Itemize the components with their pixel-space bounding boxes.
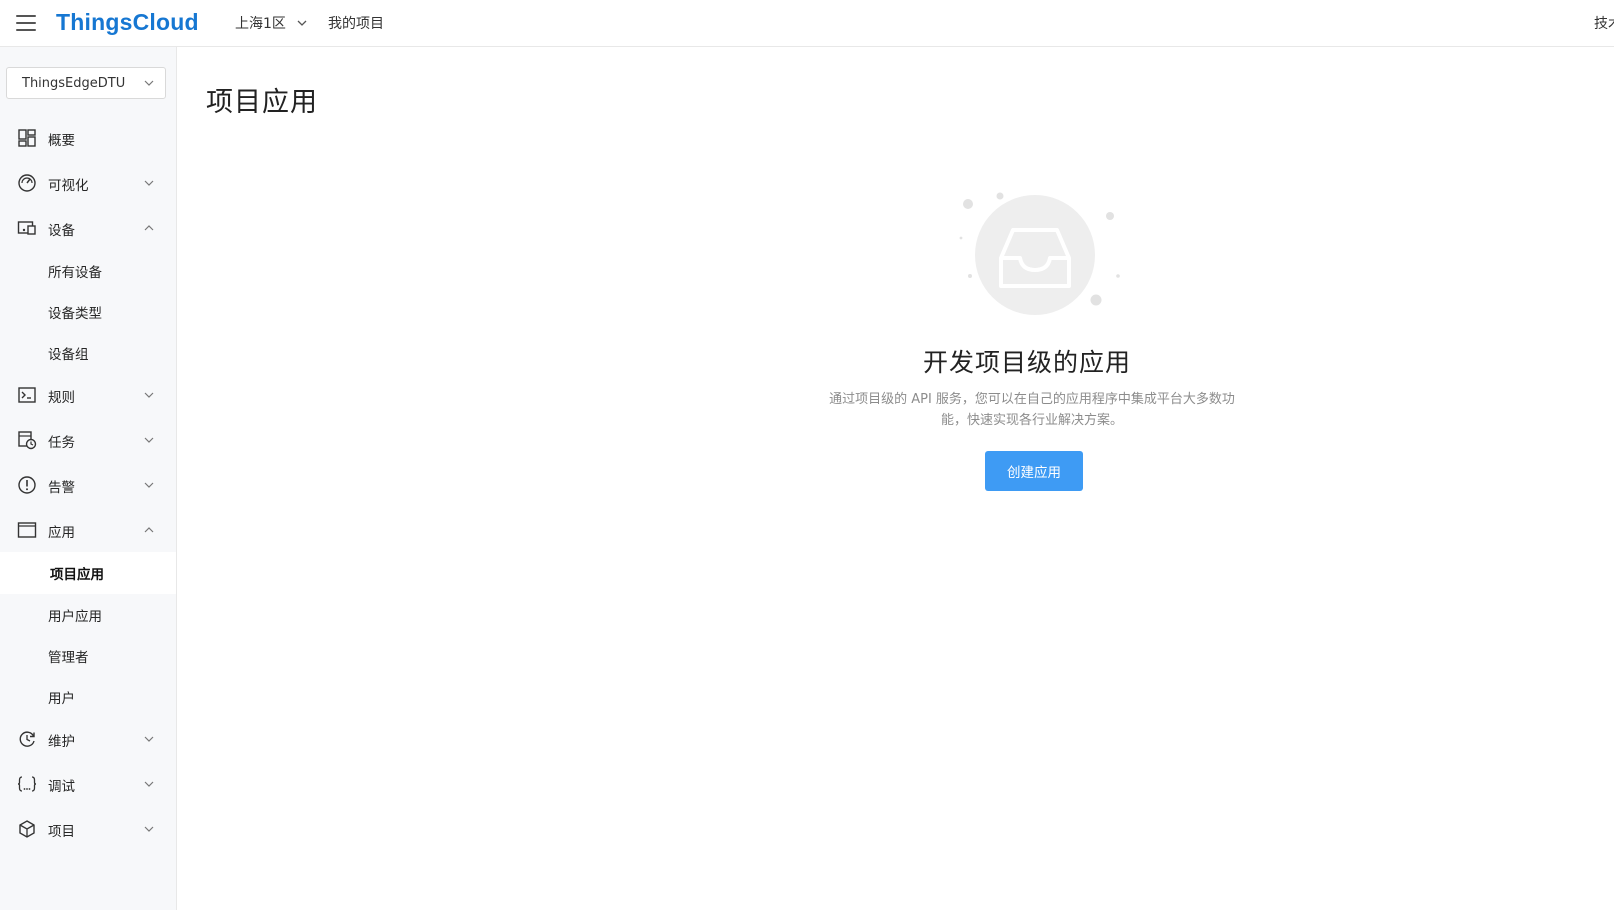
project-select-value: ThingsEdgeDTU: [22, 75, 126, 91]
devices-icon: [17, 221, 36, 235]
sidebar-item-label: 规则: [48, 390, 75, 406]
sidebar-item-label: 可视化: [48, 178, 89, 194]
app-window-icon: [17, 522, 37, 538]
chevron-down-icon: [144, 736, 154, 742]
sidebar-item-label: 概要: [48, 133, 75, 149]
chevron-down-icon: [297, 20, 307, 26]
dashboard-icon: [18, 129, 36, 147]
sidebar-item-label: 维护: [48, 734, 75, 750]
sidebar-item-label: 任务: [48, 435, 75, 451]
my-projects-link[interactable]: 我的项目: [328, 13, 384, 33]
sidebar-item-label: 管理者: [48, 650, 89, 666]
sidebar-item-device-types[interactable]: 设备类型: [0, 291, 176, 331]
history-icon: [19, 731, 35, 747]
sidebar-item-label: 设备: [48, 223, 75, 239]
sidebar-item-label: 设备组: [48, 347, 89, 363]
chevron-down-icon: [144, 437, 154, 443]
schedule-icon: [18, 431, 37, 450]
empty-desc-line: 能，快速实现各行业解决方案。: [940, 413, 1123, 428]
sidebar-item-label: 应用: [48, 525, 75, 541]
top-bar: ThingsCloud 上海1区 我的项目 技术: [0, 0, 1614, 47]
cube-icon: [19, 820, 35, 838]
sidebar-item-overview[interactable]: 概要: [0, 118, 176, 158]
create-app-button[interactable]: 创建应用: [985, 451, 1083, 491]
chevron-up-icon: [144, 527, 154, 533]
chevron-down-icon: [144, 392, 154, 398]
sidebar-item-maintenance[interactable]: 维护: [0, 719, 176, 759]
page-title: 项目应用: [206, 87, 318, 118]
empty-inbox-icon: [959, 192, 1120, 315]
alert-circle-icon: [18, 476, 36, 494]
chevron-down-icon: [144, 826, 154, 832]
region-selector[interactable]: 上海1区: [235, 13, 308, 33]
sidebar-item-managers[interactable]: 管理者: [0, 635, 176, 675]
code-braces-icon: [17, 776, 37, 792]
terminal-icon: [18, 387, 36, 403]
sidebar-item-label: 设备类型: [48, 306, 102, 322]
gauge-icon: [18, 174, 36, 192]
project-select[interactable]: ThingsEdgeDTU: [6, 67, 166, 99]
sidebar-item-all-devices[interactable]: 所有设备: [0, 250, 176, 290]
sidebar-item-label: 告警: [48, 480, 75, 496]
sidebar-item-alerts[interactable]: 告警: [0, 465, 176, 505]
sidebar-item-project-apps[interactable]: 项目应用: [0, 552, 176, 594]
sidebar-item-user-apps[interactable]: 用户应用: [0, 594, 176, 634]
chevron-up-icon: [144, 225, 154, 231]
chevron-down-icon: [144, 180, 154, 186]
sidebar-item-tasks[interactable]: 任务: [0, 420, 176, 460]
hamburger-menu-icon[interactable]: [16, 14, 36, 32]
sidebar-item-label: 调试: [48, 779, 75, 795]
sidebar: ThingsEdgeDTU 概要 可视化 设备 所有设备 设备类型 设备组 规则…: [0, 47, 177, 910]
sidebar-item-device-groups[interactable]: 设备组: [0, 332, 176, 372]
logo[interactable]: ThingsCloud: [56, 9, 199, 36]
sidebar-item-visualization[interactable]: 可视化: [0, 163, 176, 203]
sidebar-item-devices[interactable]: 设备: [0, 208, 176, 248]
sidebar-item-rules[interactable]: 规则: [0, 375, 176, 415]
region-label: 上海1区: [235, 16, 286, 32]
sidebar-item-label: 项目: [48, 824, 75, 840]
app-root: ThingsCloud 上海1区 我的项目 技术 ThingsEdgeDTU 概…: [0, 0, 1614, 910]
empty-desc-line: 通过项目级的 API 服务，您可以在自己的应用程序中集成平台大多数功: [829, 392, 1235, 407]
sidebar-item-label: 用户应用: [48, 609, 102, 625]
sidebar-item-users[interactable]: 用户: [0, 676, 176, 716]
chevron-down-icon: [144, 482, 154, 488]
sidebar-item-debug[interactable]: 调试: [0, 764, 176, 804]
top-right-link[interactable]: 技术: [1594, 13, 1614, 33]
empty-state-description: 通过项目级的 API 服务，您可以在自己的应用程序中集成平台大多数功 能，快速实…: [812, 389, 1252, 431]
chevron-down-icon: [144, 80, 154, 86]
sidebar-item-label: 所有设备: [48, 265, 102, 281]
sidebar-item-apps[interactable]: 应用: [0, 510, 176, 550]
sidebar-item-label: 用户: [48, 691, 75, 707]
sidebar-item-label: 项目应用: [50, 567, 104, 583]
sidebar-item-project[interactable]: 项目: [0, 809, 176, 849]
empty-state-title: 开发项目级的应用: [922, 348, 1131, 377]
chevron-down-icon: [144, 781, 154, 787]
